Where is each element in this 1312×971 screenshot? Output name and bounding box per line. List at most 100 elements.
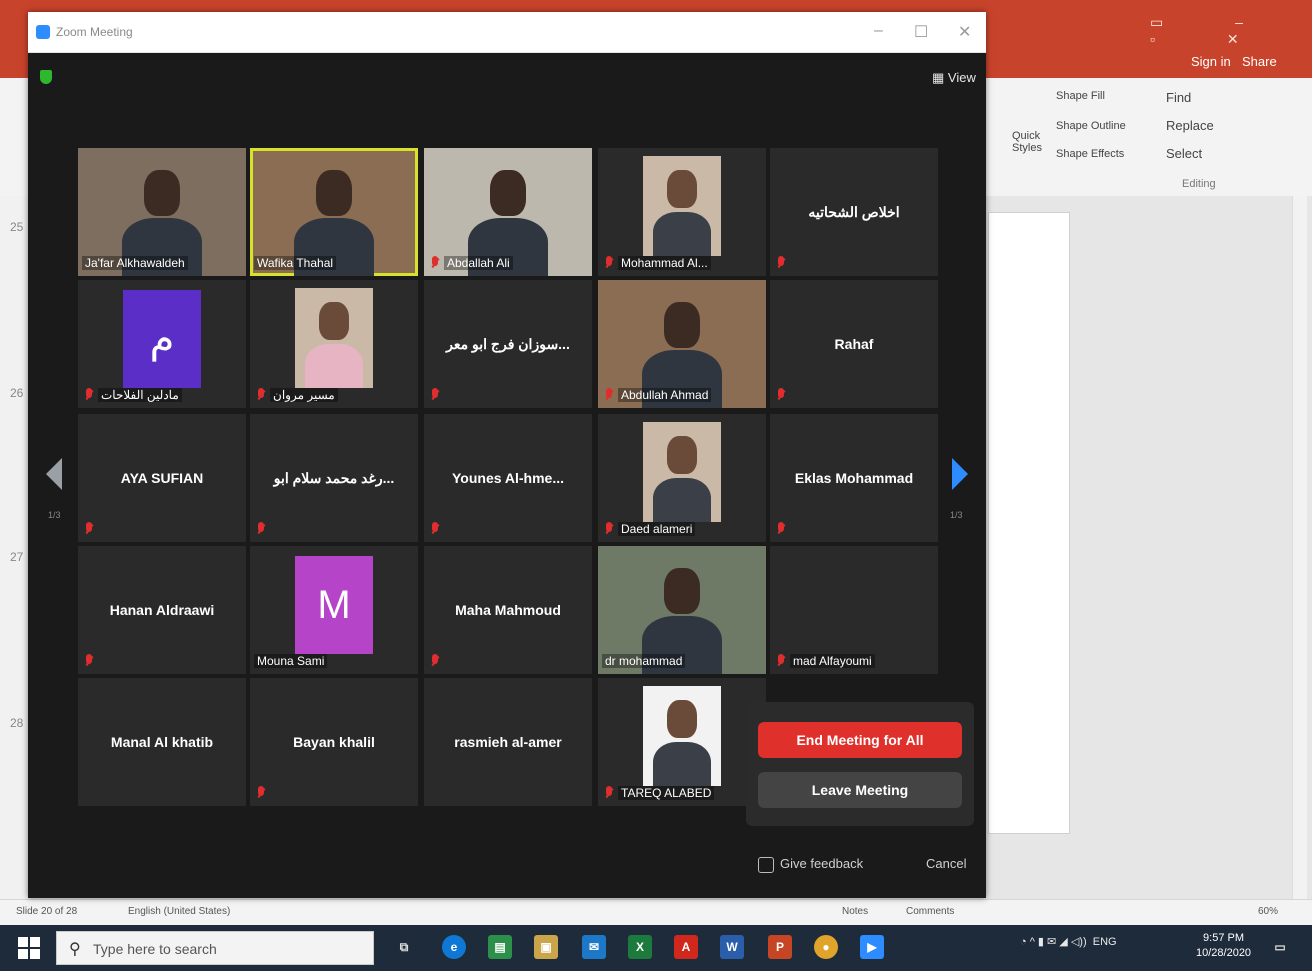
language-indicator[interactable]: ENG [1093,936,1117,948]
close-icon[interactable]: ✕ [958,22,971,42]
participant-tile[interactable]: Maha Mahmoud [424,546,592,674]
participant-tile[interactable]: مسير مروان [250,280,418,408]
video-feed-person [664,302,700,348]
participant-tile[interactable]: سوزان فرج ابو معر... [424,280,592,408]
grid-icon: ▦ [932,70,948,85]
replace-button[interactable]: Replace [1166,118,1214,133]
tray-icons[interactable]: ◔ ^ ▮ ✉ ◢ ◁)) [1020,936,1090,948]
zoom-level[interactable]: 60% [1258,906,1278,917]
muted-mic-icon [429,388,441,402]
mail-icon[interactable]: ✉ [582,935,606,959]
page-indicator-left: 1/3 [48,510,61,520]
profile-photo [643,156,721,256]
windows-taskbar: ⚲ Type here to search ⧉ e ▤ ▣ ✉ X A W P … [0,925,1312,971]
store-icon[interactable]: ▣ [534,935,558,959]
window-controls[interactable]: ▭ – ▫ ✕ [1150,14,1312,48]
participant-tile[interactable]: Manal Al khatib [78,678,246,806]
participant-name-label: Abdullah Ahmad [618,388,712,402]
shape-fill-button[interactable]: Shape Fill [1056,90,1105,102]
language-indicator[interactable]: English (United States) [128,906,230,917]
participant-tile[interactable]: م مادلين الفلاحات [78,280,246,408]
participant-tile[interactable]: rasmieh al-amer [424,678,592,806]
participant-name: Manal Al khatib [110,734,214,750]
zoom-logo-icon [36,25,50,39]
clock-time: 9:57 PM [1203,932,1245,944]
muted-mic-icon [83,388,95,402]
participant-name: Maha Mahmoud [455,602,561,618]
participant-tile[interactable]: dr mohammad [598,546,766,674]
video-feed-person [316,170,352,216]
participant-tile[interactable]: اخلاص الشحاتيه [770,148,938,276]
participant-tile[interactable]: Abdullah Ahmad [598,280,766,408]
vertical-scrollbar[interactable] [1292,196,1307,899]
muted-mic-icon [83,522,95,536]
acrobat-icon[interactable]: A [674,935,698,959]
view-button[interactable]: ▦ View [932,70,976,86]
leave-meeting-button[interactable]: Leave Meeting [758,772,962,808]
participant-tile[interactable]: Rahaf [770,280,938,408]
participant-tile[interactable]: Ja'far Alkhawaldeh [78,148,246,276]
maximize-icon[interactable]: ☐ [914,22,928,42]
previous-page-arrow[interactable] [46,458,62,490]
end-meeting-for-all-button[interactable]: End Meeting for All [758,722,962,758]
participant-tile[interactable]: TAREQ ALABED [598,678,766,806]
muted-mic-icon [603,256,615,270]
notes-button[interactable]: Notes [842,906,868,917]
muted-mic-icon [603,522,615,536]
slide-thumbnails[interactable]: 25 26 27 28 [0,196,28,899]
participant-tile[interactable]: Younes Al-hme... [424,414,592,542]
edge-icon[interactable]: e [442,935,466,959]
participant-tile[interactable]: Mohammad Al... [598,148,766,276]
taskbar-clock[interactable]: 9:57 PM 10/28/2020 [1196,931,1251,961]
profile-photo-face [319,302,349,340]
notifications-icon[interactable]: ▭ [1268,935,1292,959]
participant-tile[interactable]: AYA SUFIAN [78,414,246,542]
quick-styles-button[interactable]: Quick Styles [1012,130,1052,154]
next-page-arrow[interactable] [952,458,968,490]
security-shield-icon[interactable] [40,70,52,84]
minimize-icon[interactable]: – [874,22,883,40]
zoom-taskbar-icon[interactable]: ▶ [860,935,884,959]
excel-icon[interactable]: X [628,935,652,959]
system-tray[interactable]: ◔ ^ ▮ ✉ ◢ ◁)) ENG [1020,935,1117,948]
powerpoint-icon[interactable]: P [768,935,792,959]
muted-mic-icon [775,522,787,536]
word-icon[interactable]: W [720,935,744,959]
participant-tile[interactable]: M Mouna Sami [250,546,418,674]
participant-name-label: TAREQ ALABED [618,786,715,800]
shape-outline-button[interactable]: Shape Outline [1056,120,1126,132]
find-button[interactable]: Find [1166,90,1191,105]
select-button[interactable]: Select [1166,146,1202,161]
slide-canvas[interactable] [988,212,1070,834]
app-icon[interactable]: ▤ [488,935,512,959]
cancel-button[interactable]: Cancel [926,856,966,871]
share-button[interactable]: Share [1242,54,1277,69]
page-indicator-right: 1/3 [950,510,963,520]
give-feedback-label[interactable]: Give feedback [780,856,863,871]
participant-tile[interactable]: رغد محمد سلام ابو... [250,414,418,542]
muted-mic-icon [255,786,267,800]
avatar: م [123,290,201,388]
participant-name-label: Abdallah Ali [444,256,513,270]
windows-start-icon[interactable] [18,937,40,959]
taskbar-search-box[interactable]: ⚲ Type here to search [56,931,374,965]
participant-tile[interactable]: Wafika Thahal [250,148,418,276]
participant-name: Eklas Mohammad [794,470,914,486]
participant-tile[interactable]: Abdallah Ali [424,148,592,276]
participant-tile[interactable]: Eklas Mohammad [770,414,938,542]
comments-button[interactable]: Comments [906,906,954,917]
participant-name-label: Mohammad Al... [618,256,711,270]
shape-effects-button[interactable]: Shape Effects [1056,148,1124,160]
participant-tile[interactable]: Bayan khalil [250,678,418,806]
participant-name: اخلاص الشحاتيه [808,203,900,220]
give-feedback-checkbox[interactable] [758,857,774,873]
search-icon: ⚲ [69,941,81,958]
muted-mic-icon [775,654,787,668]
video-feed-person [664,568,700,614]
participant-tile[interactable]: Hanan Aldraawi [78,546,246,674]
sign-in-link[interactable]: Sign in [1191,54,1231,69]
participant-tile[interactable]: Daed alameri [598,414,766,542]
participant-tile[interactable]: mad Alfayoumi [770,546,938,674]
task-view-icon[interactable]: ⧉ [392,935,416,959]
chrome-icon[interactable]: ● [814,935,838,959]
